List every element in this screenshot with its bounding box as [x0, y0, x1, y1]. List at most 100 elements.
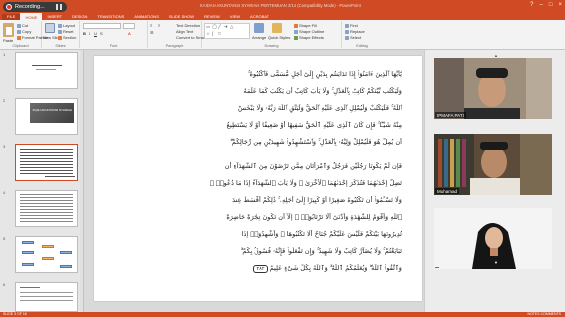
slide-thumbnail[interactable] — [15, 236, 78, 273]
arabic-text-line: تُدِيرُونَهَا بَيْنَكُمْ فَلَيْسَ عَلَيْ… — [241, 230, 402, 238]
thumb-line — [20, 221, 73, 222]
arabic-text-line: وَلْيَكْتُب بَّيْنَكُمْ كَاتِبٌۢ بِٱلْعَ… — [243, 87, 402, 95]
pause-icon[interactable] — [56, 3, 62, 10]
participant-video-tile[interactable]: IPMAFA PATI — [434, 58, 552, 119]
shape-rect-icon[interactable]: ▭ — [206, 24, 210, 30]
shape-effects-label: Shape Effects — [299, 35, 324, 40]
effects-icon — [294, 35, 298, 40]
font-label: Font — [109, 44, 118, 48]
reset-label: Reset — [63, 29, 74, 34]
drawing-group: ▭ ◯ ╱ ➜ △ ☆ { □ Arrange Quick Styles Sha… — [202, 21, 342, 48]
maximize-icon[interactable]: □ — [549, 2, 553, 8]
arabic-text-line: أَن يُمِلَّ هُوَ فَلْيُمْلِلْ وَلِيُّهُۥ… — [230, 138, 402, 146]
shape-arrow-icon[interactable]: ➜ — [224, 24, 228, 30]
close-icon[interactable]: × — [558, 2, 562, 8]
slide-thumbnail[interactable]: FIQIH AKUNTANSI SYARIAH — [15, 98, 78, 135]
thumb-line — [20, 197, 73, 198]
replace-button[interactable]: Replace — [345, 29, 365, 34]
editing-label: Editing — [356, 44, 368, 48]
arabic-text-line: تَضِلَّ إِحْدَىٰهُمَا فَتُذَكِّرَ إِحْدَ… — [209, 179, 402, 187]
thumb-line — [20, 167, 73, 168]
arrange-icon[interactable] — [254, 23, 264, 33]
recording-indicator[interactable]: Recording... — [3, 1, 67, 12]
flow-box — [22, 251, 34, 254]
shape-oval-icon[interactable]: ◯ — [212, 24, 217, 30]
thumb-line — [20, 170, 73, 171]
font-color-icon[interactable]: A — [128, 31, 131, 36]
align-icon[interactable]: ☰ — [150, 30, 154, 35]
copy-button[interactable]: Copy — [17, 29, 31, 34]
collapse-down-icon[interactable]: ▼ — [492, 260, 500, 265]
paste-button[interactable]: Paste — [3, 38, 13, 43]
bullets-icon[interactable]: ≡ — [150, 23, 152, 28]
shadow-icon[interactable]: S — [100, 31, 103, 36]
shape-outline-button[interactable]: Shape Outline — [294, 29, 324, 34]
bold-icon[interactable]: B — [83, 31, 86, 36]
new-slide-icon[interactable] — [45, 23, 55, 33]
slide-thumbnail[interactable] — [15, 52, 78, 89]
thumb-number: 2 — [3, 98, 6, 103]
collapse-up-icon[interactable]: ▲ — [492, 53, 500, 58]
italic-icon[interactable]: I — [89, 31, 90, 36]
thumb-line — [20, 218, 73, 219]
thumb-line — [36, 69, 56, 70]
thumb-line — [20, 155, 73, 156]
thumb-line — [20, 296, 73, 297]
thumbnail-scrollbar[interactable] — [80, 50, 83, 312]
thumb-line — [20, 194, 73, 195]
shape-fill-button[interactable]: Shape Fill — [294, 23, 317, 28]
status-right-controls[interactable]: NOTES COMMENTS — [528, 312, 561, 316]
shape-star-icon[interactable]: ☆ — [206, 31, 210, 37]
title-bar: Recording... KAIDAH AKUNTANSI SYARIAH PE… — [0, 0, 565, 12]
shape-line-icon[interactable]: ╱ — [218, 24, 221, 30]
section-button[interactable]: Section — [58, 35, 76, 40]
align-text-button[interactable]: Align Text — [176, 29, 193, 34]
clipboard-group: Paste Cut Copy Format Painter Clipboard — [0, 21, 48, 48]
thumb-line — [20, 200, 73, 201]
reset-button[interactable]: Reset — [58, 29, 73, 34]
shape-brace-icon[interactable]: { — [212, 31, 214, 36]
thumb-banner-image: FIQIH AKUNTANSI SYARIAH — [30, 103, 74, 123]
paragraph-label: Paragraph — [165, 44, 184, 48]
thumb-line — [20, 300, 73, 301]
shape-effects-button[interactable]: Shape Effects — [294, 35, 324, 40]
shape-callout-icon[interactable]: □ — [218, 31, 221, 36]
quick-styles-button[interactable]: Quick Styles — [268, 35, 290, 40]
font-name-input[interactable] — [83, 23, 121, 29]
arrange-button[interactable]: Arrange — [252, 35, 266, 40]
underline-icon[interactable]: U — [94, 31, 97, 36]
text-direction-button[interactable]: Text Direction — [176, 23, 200, 28]
ribbon: Paste Cut Copy Format Painter Clipboard … — [0, 20, 565, 50]
thumb-line — [20, 215, 73, 216]
slide-thumbnail[interactable] — [15, 190, 78, 227]
arabic-text-line: يَٰٓأَيُّهَا ٱلَّذِينَ ءَامَنُوٓا۟ إِذَا… — [247, 70, 402, 78]
shape-triangle-icon[interactable]: △ — [230, 24, 233, 30]
thumb-banner-text: FIQIH AKUNTANSI SYARIAH — [32, 108, 72, 112]
font-size-input[interactable] — [123, 23, 135, 29]
numbering-icon[interactable]: ≡ — [158, 23, 160, 28]
thumb-number: 4 — [3, 190, 6, 195]
minimize-icon[interactable]: – — [540, 2, 543, 8]
replace-icon — [345, 29, 349, 34]
help-icon[interactable]: ? — [530, 2, 533, 8]
participant-video-tile[interactable]: Muhamad — [434, 134, 552, 195]
select-button[interactable]: Select — [345, 35, 361, 40]
thumb-line — [20, 206, 73, 207]
tab-home[interactable]: HOME — [20, 13, 43, 20]
slide-canvas[interactable]: يَٰٓأَيُّهَا ٱلَّذِينَ ءَامَنُوٓا۟ إِذَا… — [94, 56, 422, 301]
slide-thumbnail-selected[interactable] — [15, 144, 78, 181]
cut-button[interactable]: Cut — [17, 23, 28, 28]
replace-label: Replace — [350, 29, 365, 34]
font-group: B I U S A Font — [80, 21, 148, 48]
thumb-line — [20, 292, 73, 293]
find-button[interactable]: Find — [345, 23, 358, 28]
select-icon — [345, 35, 349, 40]
paste-icon[interactable] — [3, 23, 14, 37]
layout-button[interactable]: Layout — [58, 23, 75, 28]
record-icon — [6, 3, 12, 10]
shapes-gallery[interactable]: ▭ ◯ ╱ ➜ △ ☆ { □ — [204, 23, 250, 39]
reset-icon — [58, 29, 62, 34]
quick-styles-icon[interactable] — [272, 23, 282, 33]
slide-thumbnail[interactable] — [15, 282, 78, 312]
thumb-line — [20, 173, 73, 174]
